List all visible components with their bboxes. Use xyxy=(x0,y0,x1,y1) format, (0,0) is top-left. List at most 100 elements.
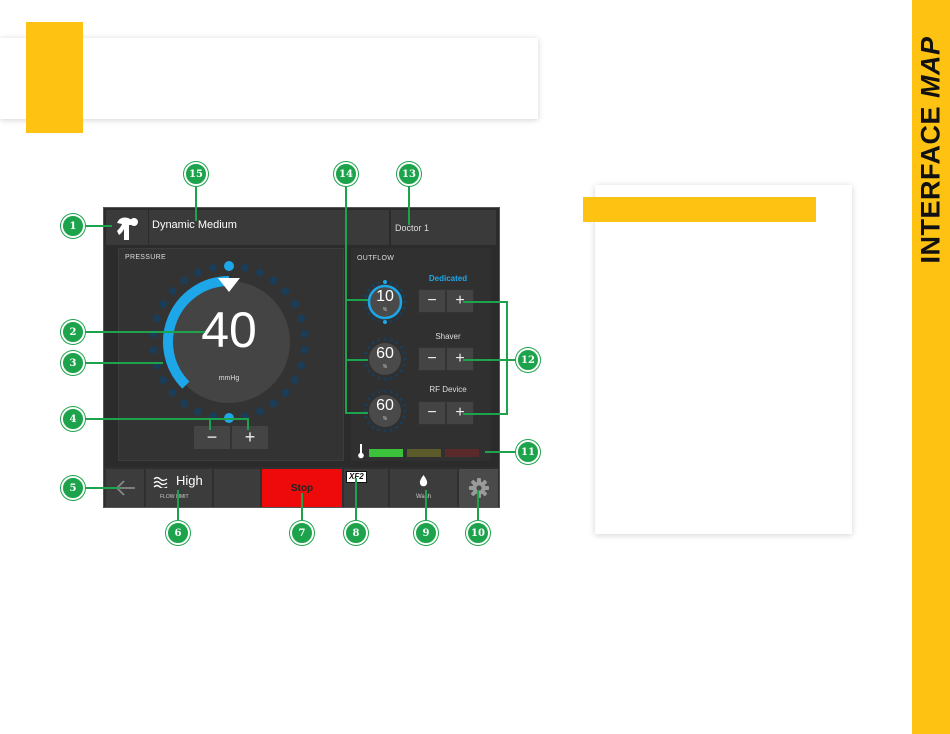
waves-icon xyxy=(153,476,168,488)
outflow-tick-dot xyxy=(377,338,381,342)
callout-15: 15 xyxy=(184,162,208,186)
outflow-tick-dot xyxy=(383,389,387,393)
bottom-bar: High FLOW LIMIT Stop XF2 Wash xyxy=(104,467,499,507)
thermometer-icon xyxy=(358,444,364,459)
outflow-shaver-decrease-button[interactable]: − xyxy=(418,347,446,371)
device-screen: Dynamic Medium Doctor 1 PRESSURE 40 mmHg… xyxy=(103,207,500,508)
outflow-tick-dot xyxy=(371,393,375,397)
outflow-shaver-value: 60 xyxy=(376,345,394,362)
outflow-dedicated-unit: % xyxy=(382,307,388,313)
outflow-rf-increase-button[interactable]: + xyxy=(446,401,474,425)
pressure-tick-dot xyxy=(168,388,177,397)
outflow-tick-dot xyxy=(395,425,399,429)
callout-9: 9 xyxy=(414,521,438,545)
outflow-panel: OUTFLOW 10 % Dedicated − + 60 % Shaver −… xyxy=(351,248,491,461)
callout-10: 10 xyxy=(466,521,490,545)
outflow-tick-dot xyxy=(377,390,381,394)
back-arrow-icon xyxy=(115,480,135,496)
outflow-tick-dot xyxy=(389,338,393,342)
settings-button[interactable] xyxy=(459,469,498,507)
legend-accent-bar xyxy=(583,197,816,222)
outflow-tick-dot xyxy=(389,319,393,323)
outflow-top-marker xyxy=(383,280,387,284)
side-title-italic: MAP xyxy=(915,36,946,98)
pressure-tick-dot xyxy=(209,263,218,272)
callout-5: 5 xyxy=(61,476,85,500)
outflow-tick-dot xyxy=(383,337,387,341)
pressure-tick-dot xyxy=(255,407,264,416)
callout-14: 14 xyxy=(334,162,358,186)
outflow-tick-dot xyxy=(377,376,381,380)
outflow-tick-dot xyxy=(377,319,381,323)
pressure-tick-dot xyxy=(240,412,249,421)
mode-icon-button[interactable] xyxy=(106,210,148,245)
outflow-tick-dot xyxy=(389,390,393,394)
outflow-tick-dot xyxy=(371,284,375,288)
side-title-text: INTERFACE xyxy=(915,97,946,264)
outflow-tick-dot xyxy=(395,316,399,320)
outflow-tick-dot xyxy=(377,428,381,432)
wash-button[interactable]: Wash xyxy=(390,469,457,507)
outflow-dedicated-decrease-button[interactable]: − xyxy=(418,289,446,313)
xf2-label: XF2 xyxy=(346,471,367,483)
pressure-decrease-button[interactable]: − xyxy=(193,425,231,450)
pressure-tick-dot xyxy=(168,287,177,296)
outflow-tick-dot xyxy=(383,377,387,381)
pressure-tick-dot xyxy=(180,276,189,285)
outflow-shaver-label: Shaver xyxy=(435,332,461,341)
header-accent-block xyxy=(26,22,83,133)
outflow-tick-dot xyxy=(371,341,375,345)
user-label[interactable]: Doctor 1 xyxy=(390,210,496,245)
outflow-section-label: OUTFLOW xyxy=(357,255,395,262)
callout-6: 6 xyxy=(166,521,190,545)
outflow-dedicated-label: Dedicated xyxy=(428,274,468,283)
pressure-bottom-marker xyxy=(224,413,234,423)
back-button[interactable] xyxy=(106,469,144,507)
legend-card xyxy=(595,185,852,534)
stop-button[interactable]: Stop xyxy=(262,469,342,507)
side-title: INTERFACE MAP xyxy=(916,36,947,263)
callout-7: 7 xyxy=(290,521,314,545)
callout-4: 4 xyxy=(61,407,85,431)
mode-label[interactable]: Dynamic Medium xyxy=(149,210,389,245)
outflow-tick-dot xyxy=(389,281,393,285)
outflow-tick-dot xyxy=(395,284,399,288)
wash-label: Wash xyxy=(415,494,432,500)
outflow-tick-dot xyxy=(395,373,399,377)
gear-icon xyxy=(468,478,489,498)
pressure-tick-dot xyxy=(194,268,203,277)
empty-slot xyxy=(214,469,260,507)
outflow-rf-decrease-button[interactable]: − xyxy=(418,401,446,425)
outflow-shaver-unit: % xyxy=(382,364,388,370)
pressure-tick-dot xyxy=(281,287,290,296)
callout-2: 2 xyxy=(61,320,85,344)
outflow-dedicated-increase-button[interactable]: + xyxy=(446,289,474,313)
pressure-increase-button[interactable]: + xyxy=(231,425,269,450)
temperature-segment-high xyxy=(445,449,479,457)
pressure-unit: mmHg xyxy=(218,375,240,382)
pressure-tick-dot xyxy=(180,399,189,408)
callout-3: 3 xyxy=(61,351,85,375)
droplet-icon xyxy=(419,475,428,487)
pressure-tick-dot xyxy=(269,399,278,408)
xf2-button[interactable]: XF2 xyxy=(344,469,388,507)
pressure-tick-dot xyxy=(297,361,306,370)
callout-1: 1 xyxy=(61,214,85,238)
pressure-tick-dot xyxy=(281,388,290,397)
flow-limit-button[interactable]: High FLOW LIMIT xyxy=(146,469,212,507)
flow-limit-label: FLOW LIMIT xyxy=(160,494,189,500)
temperature-segment-mid xyxy=(407,449,441,457)
outflow-tick-dot xyxy=(371,373,375,377)
outflow-rf-label: RF Device xyxy=(429,385,467,394)
callout-13: 13 xyxy=(397,162,421,186)
pressure-tick-dot xyxy=(255,268,264,277)
callout-12: 12 xyxy=(516,348,540,372)
outflow-rf-unit: % xyxy=(382,416,388,422)
pressure-tick-dot xyxy=(269,276,278,285)
outflow-tick-dot xyxy=(395,341,399,345)
outflow-tick-dot xyxy=(395,393,399,397)
outflow-shaver-increase-button[interactable]: + xyxy=(446,347,474,371)
pressure-tick-dot xyxy=(194,407,203,416)
outflow-tick-dot xyxy=(371,316,375,320)
outflow-tick-dot xyxy=(371,425,375,429)
